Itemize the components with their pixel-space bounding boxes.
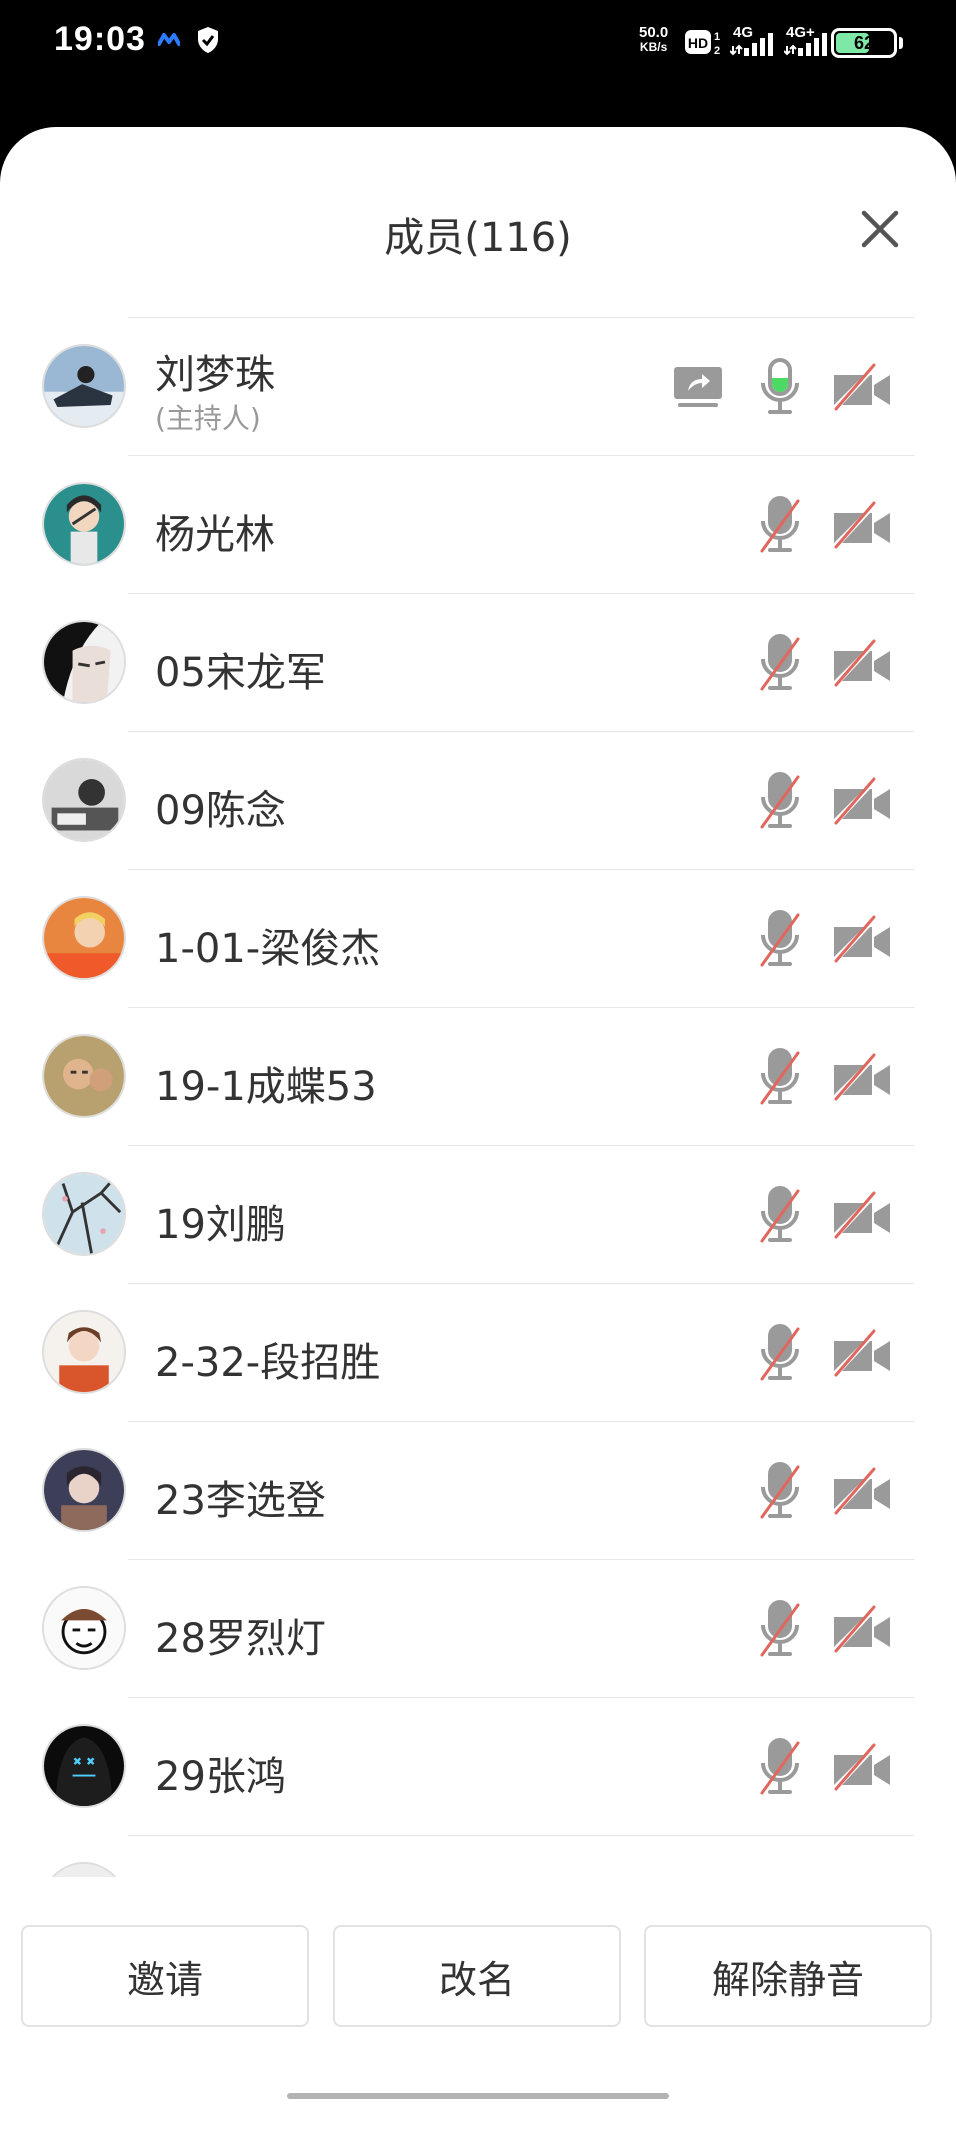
row-divider — [128, 593, 914, 594]
avatar — [42, 1448, 126, 1532]
row-divider — [128, 731, 914, 732]
avatar — [42, 1034, 126, 1118]
sheet-title: 成员(116) — [384, 215, 572, 261]
camera-off-icon[interactable] — [830, 499, 894, 555]
close-button[interactable] — [852, 201, 908, 257]
app-notification-icon — [157, 31, 181, 50]
network-speed: 50.0 KB/s — [639, 24, 669, 54]
microphone-muted-icon[interactable] — [758, 1599, 802, 1663]
member-name: 2-32-段招胜 — [155, 1340, 381, 1386]
avatar — [42, 620, 126, 704]
avatar — [42, 1172, 126, 1256]
camera-off-icon[interactable] — [830, 913, 894, 969]
member-row[interactable]: 2-32-段招胜 — [0, 1283, 956, 1421]
avatar — [42, 1862, 126, 1877]
camera-off-icon[interactable] — [830, 1603, 894, 1659]
member-name: 1-01-梁俊杰 — [155, 926, 381, 972]
member-row[interactable]: 23李选登 — [0, 1421, 956, 1559]
row-divider — [128, 1007, 914, 1008]
member-row[interactable]: 05宋龙军 — [0, 593, 956, 731]
camera-off-icon[interactable] — [830, 1327, 894, 1383]
member-row[interactable]: 刘梦珠 (主持人) — [0, 317, 956, 455]
member-row[interactable]: 杨光林 — [0, 455, 956, 593]
avatar — [42, 1724, 126, 1808]
row-divider — [128, 1835, 914, 1836]
svg-text:HD: HD — [688, 35, 708, 51]
row-divider — [128, 317, 914, 318]
close-icon — [861, 210, 899, 248]
member-row[interactable]: 09陈念 — [0, 731, 956, 869]
camera-off-icon[interactable] — [830, 637, 894, 693]
home-indicator — [287, 2093, 669, 2099]
shield-icon — [196, 26, 220, 58]
member-role: (主持人) — [155, 402, 261, 435]
screen-share-icon — [672, 365, 724, 413]
status-time: 19:03 — [54, 20, 146, 58]
camera-off-icon[interactable] — [830, 1465, 894, 1521]
member-row[interactable]: 1-01-梁俊杰 — [0, 869, 956, 1007]
signal-icon — [729, 24, 776, 62]
member-row[interactable]: 19-1成蝶53 — [0, 1007, 956, 1145]
microphone-muted-icon[interactable] — [758, 771, 802, 835]
row-divider — [128, 1697, 914, 1698]
microphone-muted-icon[interactable] — [758, 1461, 802, 1525]
network-speed-unit: KB/s — [639, 40, 668, 54]
member-name: 09陈念 — [155, 788, 286, 834]
row-divider — [128, 1559, 914, 1560]
avatar — [42, 1310, 126, 1394]
rename-button[interactable]: 改名 — [333, 1925, 621, 2027]
camera-off-icon[interactable] — [830, 1189, 894, 1245]
unmute-button[interactable]: 解除静音 — [644, 1925, 932, 2027]
microphone-muted-icon[interactable] — [758, 1323, 802, 1387]
member-row[interactable]: 29张鸿 — [0, 1697, 956, 1835]
member-name: 23李选登 — [155, 1478, 326, 1524]
battery-tip — [899, 37, 903, 49]
camera-off-icon[interactable] — [830, 361, 894, 417]
members-sheet: 成员(116) 刘梦珠 (主持人) 杨光林 05宋龙军 09陈念 1-01-梁俊杰 19-… — [0, 127, 956, 2129]
status-bar: 19:03 50.0 KB/s HD 1 2 4G 4G+ 62 — [0, 0, 956, 110]
camera-off-icon[interactable] — [830, 1741, 894, 1797]
row-divider — [128, 1145, 914, 1146]
battery-icon: 62 — [831, 28, 897, 58]
member-name: 19刘鹏 — [155, 1202, 286, 1248]
member-row[interactable]: 28罗烈灯 — [0, 1559, 956, 1697]
invite-button[interactable]: 邀请 — [21, 1925, 309, 2027]
row-divider — [128, 1283, 914, 1284]
microphone-muted-icon[interactable] — [758, 1737, 802, 1801]
avatar — [42, 758, 126, 842]
member-row[interactable]: 19刘鹏 — [0, 1145, 956, 1283]
battery-percent: 62 — [853, 33, 875, 53]
avatar — [42, 1586, 126, 1670]
avatar — [42, 482, 126, 566]
row-divider — [128, 455, 914, 456]
microphone-muted-icon[interactable] — [758, 633, 802, 697]
svg-text:1: 1 — [714, 31, 720, 43]
signal-icon — [783, 24, 830, 62]
microphone-icon[interactable] — [758, 357, 802, 421]
row-divider — [128, 869, 914, 870]
avatar — [42, 344, 126, 428]
member-name: 29张鸿 — [155, 1754, 286, 1800]
microphone-muted-icon[interactable] — [758, 1185, 802, 1249]
microphone-muted-icon[interactable] — [758, 909, 802, 973]
member-name: 05宋龙军 — [155, 650, 326, 696]
row-divider — [128, 1421, 914, 1422]
member-list[interactable]: 刘梦珠 (主持人) 杨光林 05宋龙军 09陈念 1-01-梁俊杰 19-1成蝶53 19刘… — [0, 317, 956, 1877]
member-row-partial[interactable] — [0, 1835, 956, 1877]
member-name: 28罗烈灯 — [155, 1616, 326, 1662]
network-speed-value: 50.0 — [639, 24, 669, 41]
microphone-muted-icon[interactable] — [758, 495, 802, 559]
member-name: 杨光林 — [155, 512, 275, 558]
member-name: 19-1成蝶53 — [155, 1064, 377, 1110]
avatar — [42, 896, 126, 980]
camera-off-icon[interactable] — [830, 775, 894, 831]
hd-voice-icon: HD 1 2 — [684, 28, 724, 60]
member-name: 刘梦珠 — [155, 352, 275, 398]
svg-text:2: 2 — [714, 45, 720, 56]
microphone-muted-icon[interactable] — [758, 1047, 802, 1111]
camera-off-icon[interactable] — [830, 1051, 894, 1107]
footer-actions: 邀请 改名 解除静音 — [0, 1877, 956, 2129]
